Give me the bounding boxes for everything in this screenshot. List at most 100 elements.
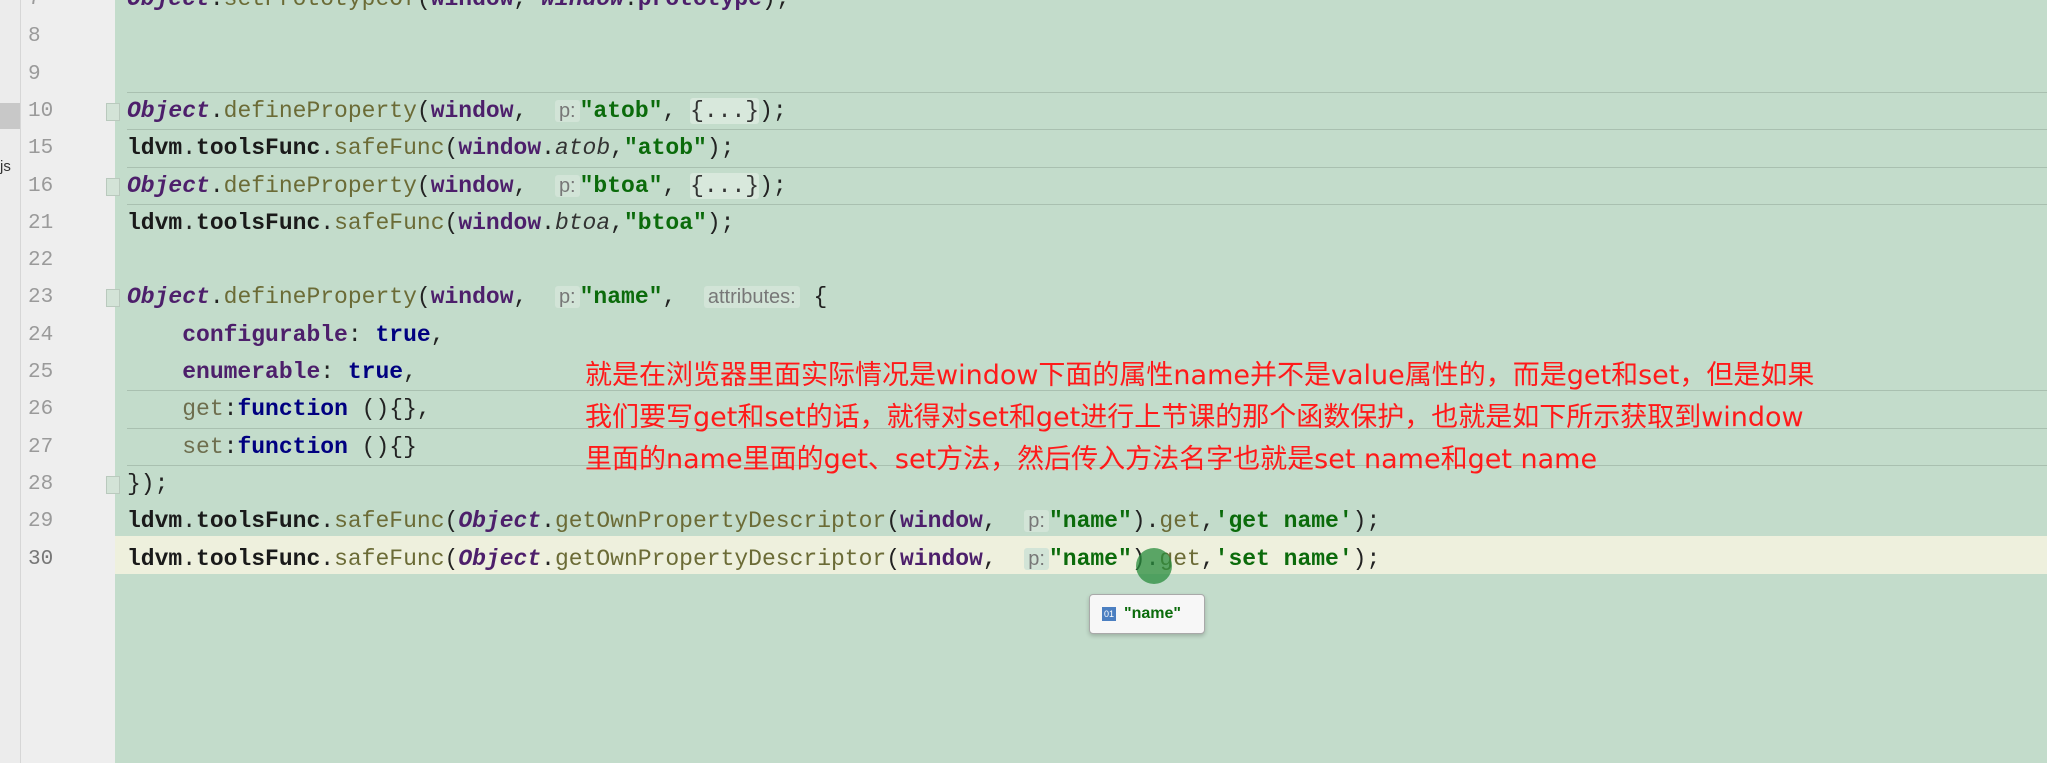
parameter-hint: attributes: <box>703 286 800 309</box>
code-token: Object <box>127 97 210 124</box>
code-token: , <box>662 97 691 124</box>
code-token: , <box>513 172 555 199</box>
code-token: ( <box>416 97 431 124</box>
code-token: . <box>209 97 224 124</box>
code-token: ); <box>759 172 787 199</box>
folded-code-placeholder[interactable]: {...} <box>690 97 760 124</box>
code-token: , <box>513 97 555 124</box>
code-line[interactable]: Object.defineProperty(window, p: "atob", … <box>127 93 787 130</box>
code-token: , <box>514 0 542 12</box>
line-number: 25 <box>28 361 54 384</box>
mouse-cursor-indicator <box>1136 548 1172 584</box>
fold-toggle-icon[interactable] <box>106 475 120 494</box>
code-token: toolsFunc <box>196 135 321 162</box>
line-number: 21 <box>28 211 54 235</box>
code-token: defineProperty <box>223 284 417 311</box>
code-token: "atob" <box>623 135 707 162</box>
code-token: "btoa" <box>579 172 663 199</box>
code-line[interactable]: Object.setPrototypeOf(window, window.pro… <box>127 0 790 18</box>
code-token: ); <box>1352 508 1381 535</box>
code-token: get <box>182 396 224 423</box>
code-token: : <box>223 396 238 423</box>
code-token: safeFunc <box>334 209 445 236</box>
code-token: , <box>610 209 624 236</box>
value-type-icon: 01 <box>1102 607 1116 621</box>
code-line[interactable]: set:function (){} <box>127 429 417 466</box>
code-token: "name" <box>1048 545 1132 572</box>
code-line[interactable]: Object.defineProperty(window, p: "btoa", … <box>127 168 787 205</box>
code-token: ). <box>1131 508 1160 535</box>
code-token: defineProperty <box>223 172 417 199</box>
code-token: "btoa" <box>623 209 707 236</box>
code-token: window <box>430 172 514 199</box>
code-token: ); <box>1352 545 1381 572</box>
code-line[interactable]: get:function (){}, <box>127 391 430 428</box>
code-token: , <box>610 135 624 162</box>
code-token: Object <box>127 284 210 311</box>
code-token: safeFunc <box>334 545 445 572</box>
code-token: . <box>209 172 224 199</box>
code-token: window <box>458 209 542 236</box>
line-number: 26 <box>28 398 54 422</box>
code-line[interactable]: enumerable: true, <box>127 354 417 391</box>
fold-toggle-icon[interactable] <box>106 102 120 121</box>
code-line[interactable]: ldvm.toolsFunc.safeFunc(window.btoa,"bto… <box>127 205 734 242</box>
parameter-hint: p: <box>554 99 580 122</box>
parameter-hint: p: <box>1024 547 1049 570</box>
line-number: 30 <box>28 547 54 571</box>
code-token: "atob" <box>579 97 663 124</box>
code-token: . <box>182 135 197 162</box>
code-token: ); <box>759 97 787 124</box>
code-token: toolsFunc <box>196 209 321 236</box>
code-token: getOwnPropertyDescriptor <box>554 545 887 572</box>
code-token: . <box>541 508 555 535</box>
fold-toggle-icon[interactable] <box>106 177 120 196</box>
code-token: . <box>624 0 638 12</box>
line-number: 8 <box>28 25 41 49</box>
fold-toggle-icon[interactable] <box>106 289 120 308</box>
code-token: ldvm <box>127 209 183 236</box>
code-token: Object <box>458 545 542 572</box>
line-number: 10 <box>28 99 54 123</box>
code-token: ); <box>706 135 735 162</box>
code-line[interactable]: ldvm.toolsFunc.safeFunc(window.atob,"ato… <box>127 130 734 167</box>
code-token: window <box>541 0 624 12</box>
code-token: . <box>209 284 224 311</box>
parameter-hint: p: <box>1024 510 1049 533</box>
code-token: ldvm <box>127 545 183 572</box>
folded-code-placeholder[interactable]: {...} <box>690 172 760 199</box>
code-token: . <box>182 545 197 572</box>
line-number: 27 <box>28 435 54 459</box>
code-token: true <box>347 359 404 385</box>
code-line[interactable]: ldvm.toolsFunc.safeFunc(Object.getOwnPro… <box>127 503 1380 540</box>
code-token: , <box>1200 545 1215 572</box>
code-line[interactable]: Object.defineProperty(window, p: "name", … <box>127 279 827 316</box>
code-token: . <box>320 508 335 535</box>
code-token: ( <box>417 0 431 12</box>
code-token: ldvm <box>127 508 183 535</box>
code-token: . <box>320 545 335 572</box>
code-token: ); <box>706 209 735 236</box>
code-token: ( <box>444 209 459 236</box>
code-token: safeFunc <box>334 508 445 535</box>
code-token: get <box>1159 508 1201 535</box>
code-line[interactable]: ldvm.toolsFunc.safeFunc(Object.getOwnPro… <box>127 541 1380 578</box>
code-token: . <box>182 508 197 535</box>
code-token: atob <box>554 135 611 162</box>
file-label[interactable]: js <box>0 158 11 175</box>
code-line[interactable]: configurable: true, <box>127 317 444 354</box>
code-token: "name" <box>1048 508 1132 535</box>
code-token: ( <box>444 135 459 162</box>
code-token: ldvm <box>127 135 183 162</box>
code-token: . <box>541 545 555 572</box>
code-line[interactable]: }); <box>127 466 168 503</box>
code-token: window <box>431 0 514 12</box>
code-token: ( <box>444 508 459 535</box>
code-token: enumerable <box>182 359 321 385</box>
annotation-line: 就是在浏览器里面实际情况是window下面的属性name并不是value属性的，… <box>585 360 1815 391</box>
line-number: 23 <box>28 286 54 310</box>
code-token: ( <box>416 284 431 311</box>
code-token: window <box>900 545 983 572</box>
